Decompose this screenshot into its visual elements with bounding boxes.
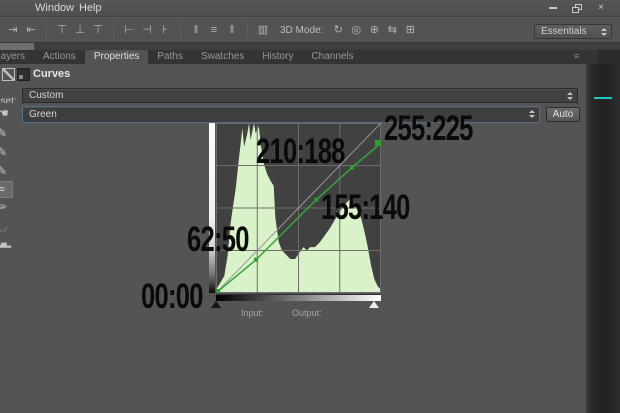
- title-bar: Window Help ×: [0, 0, 620, 17]
- dock-edge-highlight: [0, 43, 34, 50]
- options-bar-icons: ⇥⇤ ⊤⊥⊤ ⊢⊣⊦ ‖≡‖ ▥ 3D Mode: ↻◎⊕⇆⊞: [0, 18, 419, 42]
- auto-button[interactable]: Auto: [546, 107, 580, 122]
- input-gradient-bar: [216, 294, 381, 301]
- options-bar: ⇥⇤ ⊤⊥⊤ ⊢⊣⊦ ‖≡‖ ▥ 3D Mode: ↻◎⊕⇆⊞ Essentials: [0, 17, 620, 43]
- curve-point-210-188[interactable]: [350, 166, 354, 170]
- preset-value: Custom: [29, 90, 63, 102]
- curves-tool-column: ✎✎✎≈✏◡▃▅▂: [0, 124, 15, 269]
- 3d-drag-icon[interactable]: ⊕: [366, 22, 382, 38]
- toolbar-separator: [247, 21, 248, 39]
- tab-properties[interactable]: Properties: [85, 50, 149, 64]
- 3d-orbit-icon[interactable]: ↻: [330, 22, 346, 38]
- menu-help[interactable]: Help: [79, 2, 102, 14]
- distribute-left-icon[interactable]: ‖: [188, 22, 204, 38]
- curve-point-0-0[interactable]: [216, 289, 220, 293]
- curve-point-annotation: 62:50: [187, 222, 249, 257]
- curve-point-155-140[interactable]: [314, 198, 318, 202]
- preset-label: Preset:: [0, 91, 19, 103]
- input-label: Input:: [241, 308, 264, 318]
- align-bottom-edges-icon[interactable]: ⊤: [90, 22, 106, 38]
- restore-button[interactable]: [567, 2, 587, 15]
- smooth-curve-icon[interactable]: ◡: [0, 217, 11, 236]
- shadow-input-slider[interactable]: [211, 301, 221, 308]
- stepper-icon: [529, 110, 535, 118]
- curve-point-annotation: 255:225: [384, 111, 473, 146]
- teal-accent-line: [594, 97, 612, 99]
- curve-point-annotation: 155:140: [321, 190, 410, 225]
- toolbar-separator: [180, 21, 181, 39]
- align-left-edges-icon[interactable]: ⊢: [121, 22, 137, 38]
- close-button[interactable]: ×: [591, 2, 611, 15]
- align-horizontal-centers-icon[interactable]: ⊣: [139, 22, 155, 38]
- workspace-label: Essentials: [541, 26, 587, 37]
- curves-adjustment-icon: [2, 68, 15, 81]
- targeted-adjustment-hand-icon[interactable]: ☚: [0, 105, 13, 121]
- align-vertical-centers-icon[interactable]: ⊥: [72, 22, 88, 38]
- adjustment-thumbnail-icon: [17, 68, 30, 81]
- toolbar-separator: [113, 21, 114, 39]
- tab-paths[interactable]: Paths: [148, 50, 192, 64]
- auto-select-icon[interactable]: ⇥: [5, 22, 21, 38]
- align-right-edges-icon[interactable]: ⊦: [157, 22, 173, 38]
- show-transform-icon[interactable]: ⇤: [23, 22, 39, 38]
- minimize-button[interactable]: [543, 2, 563, 15]
- gray-point-eyedropper-icon[interactable]: ✎: [0, 143, 11, 162]
- 3d-slide-icon[interactable]: ⇆: [384, 22, 400, 38]
- dock-edge-strip: [0, 43, 620, 50]
- arrange-panels-icon[interactable]: ▥: [255, 22, 271, 38]
- 3d-scale-icon[interactable]: ⊞: [402, 22, 418, 38]
- workspace-switcher[interactable]: Essentials: [534, 24, 612, 39]
- highlight-input-slider[interactable]: [369, 301, 379, 308]
- draw-curve-pencil-icon[interactable]: ✏: [0, 198, 11, 217]
- histogram-clip-icon[interactable]: ▃▅▂: [0, 236, 11, 255]
- output-gradient-bar: [209, 123, 215, 293]
- curve-point-62-50[interactable]: [254, 258, 258, 262]
- curve-point-annotation: 210:188: [256, 134, 345, 169]
- distribute-right-icon[interactable]: ‖: [224, 22, 240, 38]
- black-point-eyedropper-icon[interactable]: ✎: [0, 124, 11, 143]
- dock-corner: [598, 50, 620, 64]
- tab-layers[interactable]: Layers: [0, 50, 34, 64]
- channel-value: Green: [29, 109, 57, 121]
- tab-swatches[interactable]: Swatches: [192, 50, 253, 64]
- minimize-icon: [549, 7, 557, 9]
- output-label: Output:: [292, 308, 322, 318]
- panel-menu-icon[interactable]: ≡: [574, 51, 579, 61]
- curve-point-annotation: 00:00: [141, 279, 203, 314]
- distribute-center-icon[interactable]: ≡: [206, 22, 222, 38]
- tab-channels[interactable]: Channels: [302, 50, 362, 64]
- edit-points-curve-icon[interactable]: ≈: [0, 181, 13, 198]
- chevron-updown-icon: [601, 28, 607, 36]
- panel-tab-bar: LayersActionsPropertiesPathsSwatchesHist…: [0, 50, 620, 64]
- stepper-icon: [567, 92, 573, 100]
- white-point-eyedropper-icon[interactable]: ✎: [0, 162, 11, 181]
- toolbar-separator: [46, 21, 47, 39]
- collapsed-dock-strip: [586, 64, 620, 413]
- menu-window[interactable]: Window: [35, 2, 74, 14]
- 3d-roll-icon[interactable]: ◎: [348, 22, 364, 38]
- tab-history[interactable]: History: [253, 50, 302, 64]
- panel-title: Curves: [33, 68, 70, 80]
- tab-actions[interactable]: Actions: [34, 50, 85, 64]
- photoshop-window: Window Help × ⇥⇤ ⊤⊥⊤ ⊢⊣⊦ ‖≡‖ ▥ 3D Mode: ↻◎⊕⇆⊞ …: [0, 0, 620, 413]
- preset-dropdown[interactable]: Custom: [22, 88, 578, 103]
- curve-point-255-225[interactable]: [375, 140, 381, 146]
- align-top-edges-icon[interactable]: ⊤: [54, 22, 70, 38]
- threed-mode-label: 3D Mode:: [280, 25, 323, 36]
